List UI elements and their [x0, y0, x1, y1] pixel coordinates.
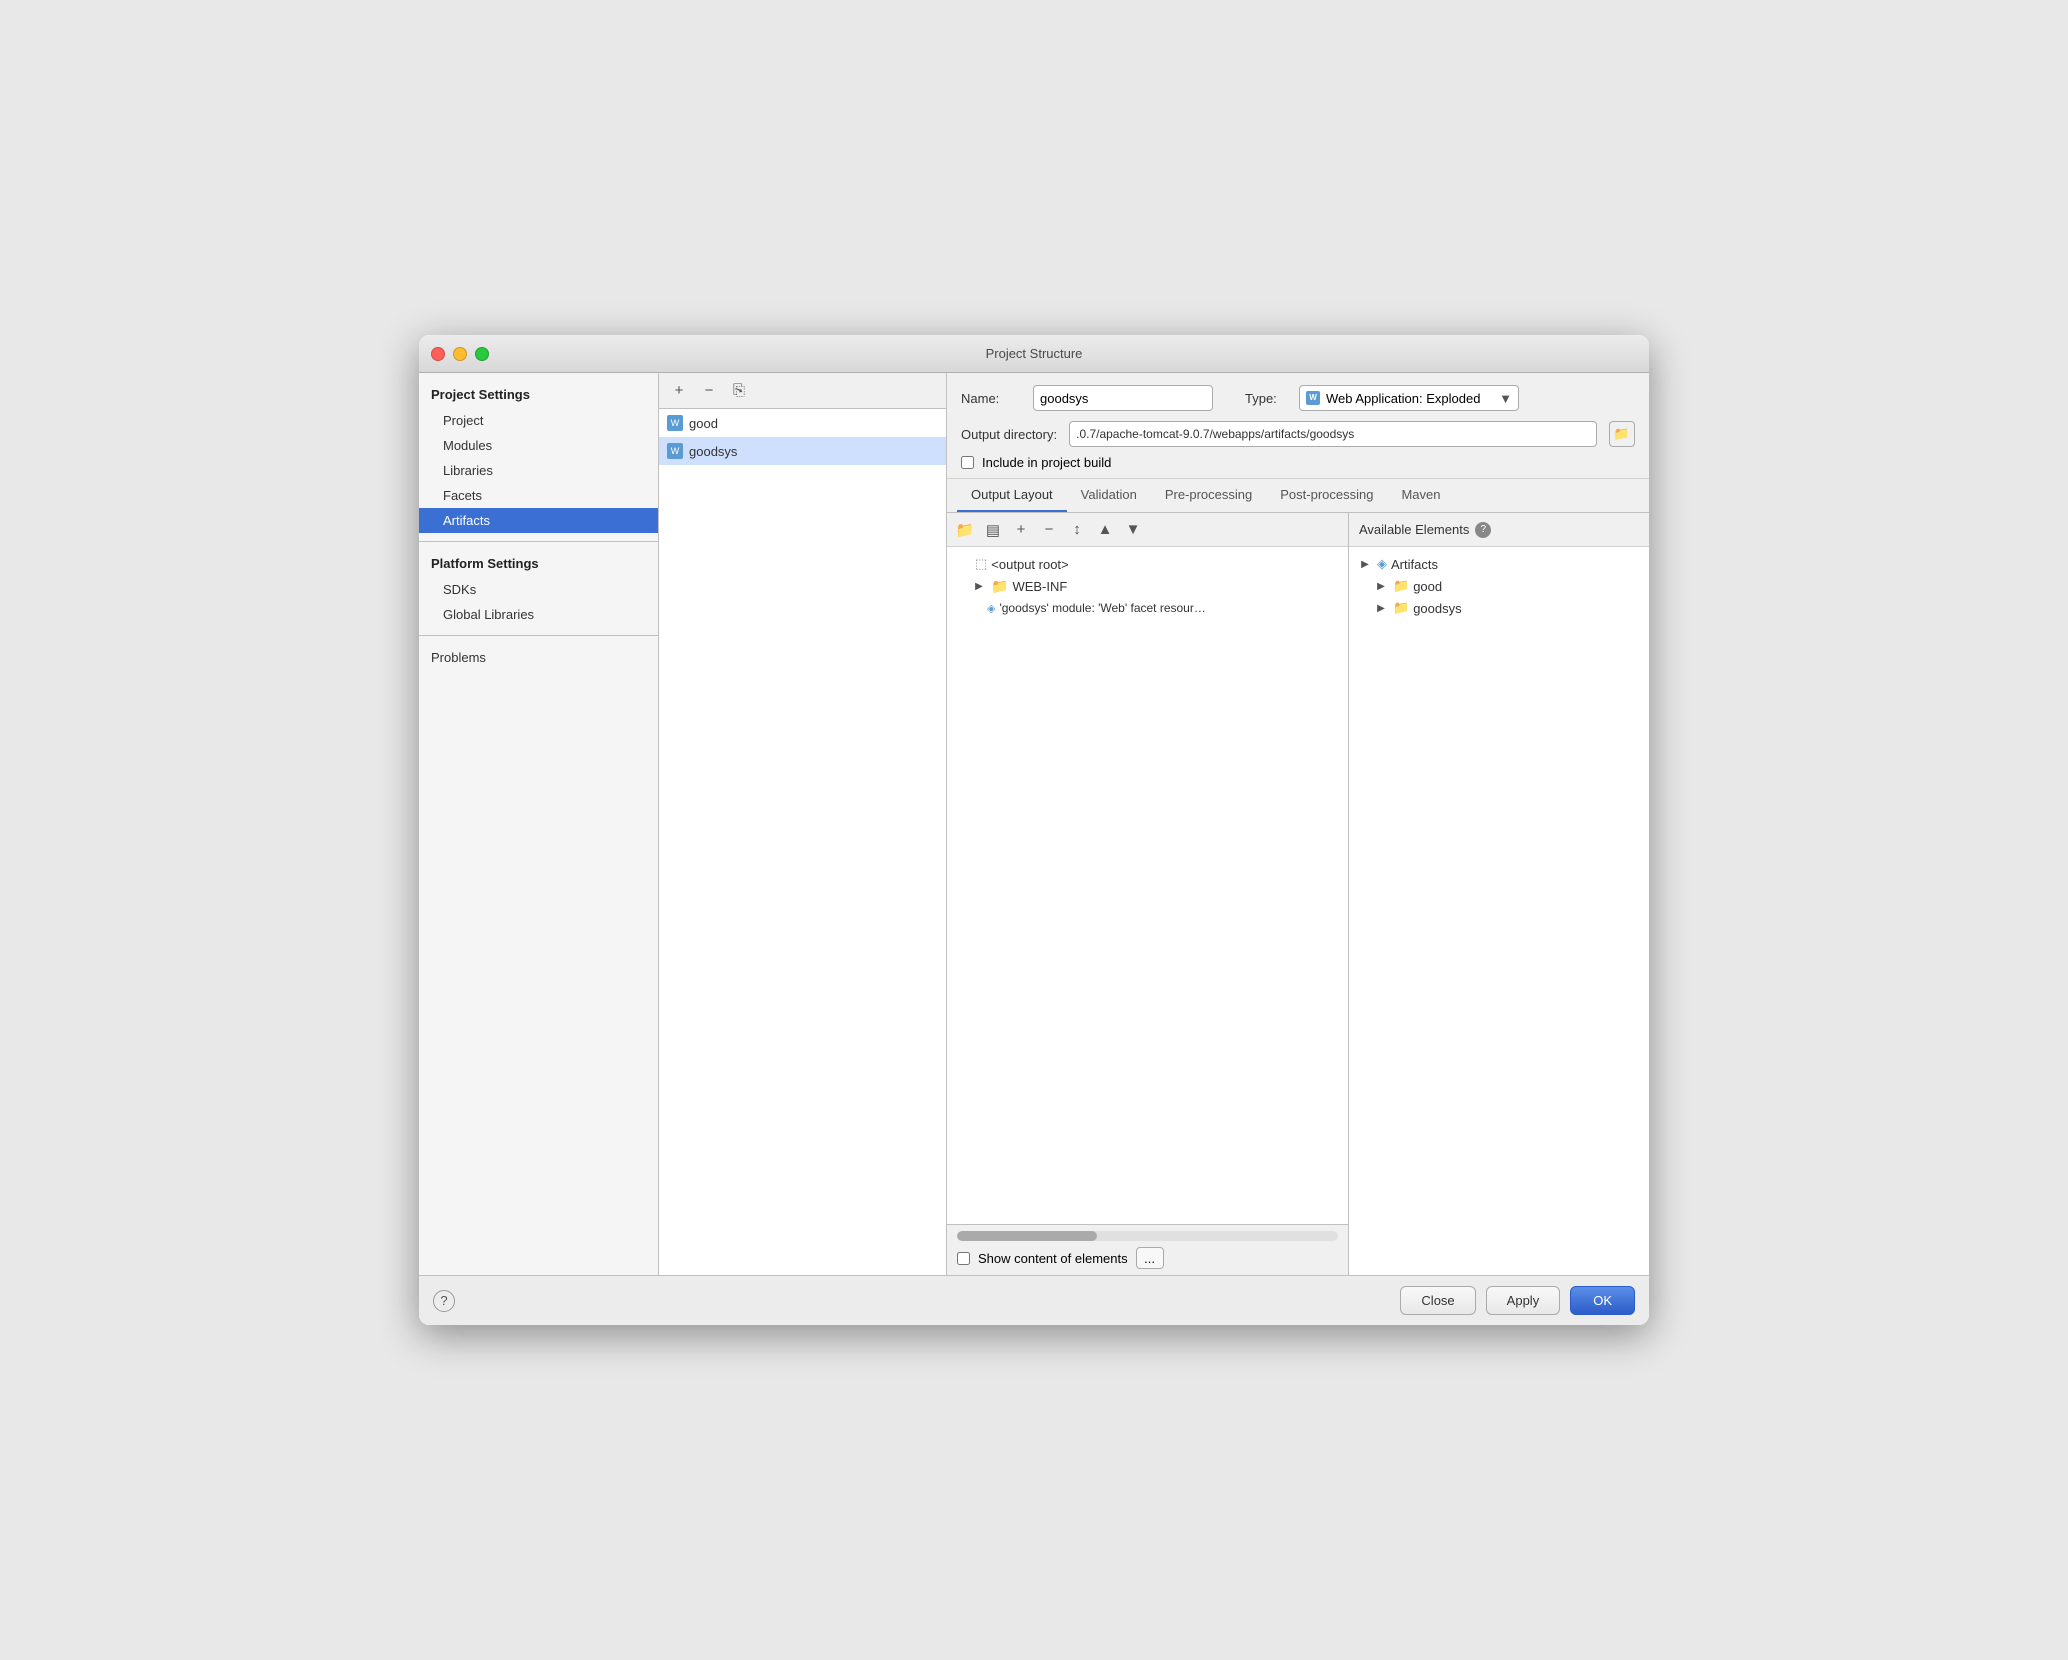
tree-item-webinf[interactable]: ▶ 📁 WEB-INF	[947, 575, 1348, 598]
project-settings-header: Project Settings	[419, 381, 658, 408]
include-in-build-checkbox[interactable]	[961, 456, 974, 469]
apply-button[interactable]: Apply	[1486, 1286, 1561, 1315]
include-in-build-label: Include in project build	[982, 455, 1111, 470]
avail-item-good[interactable]: ▶ 📁 good	[1349, 575, 1649, 597]
goodsys-arrow: ▶	[1373, 600, 1389, 616]
output-root-arrow	[955, 556, 971, 572]
avail-item-artifacts[interactable]: ▶ ◈ Artifacts	[1349, 553, 1649, 575]
bottom-buttons: Close Apply OK	[1400, 1286, 1635, 1315]
tree-toolbar: 📁 ▤ + − ↕ ▲ ▼	[947, 513, 1348, 547]
tab-pre-processing[interactable]: Pre-processing	[1151, 479, 1266, 512]
tree-toolbar-btn-remove[interactable]: −	[1037, 518, 1061, 542]
name-input[interactable]	[1033, 385, 1213, 411]
artifact-list-panel: + − ⎘ W good W goodsys	[659, 373, 947, 1275]
artifact-item-goodsys[interactable]: W goodsys	[659, 437, 946, 465]
copy-artifact-button[interactable]: ⎘	[727, 379, 751, 403]
scrollbar-track[interactable]	[957, 1231, 1338, 1241]
tree-toolbar-btn-sort[interactable]: ↕	[1065, 518, 1089, 542]
artifact-header: Name: Type: W Web Application: Exploded …	[947, 373, 1649, 479]
output-row: Output directory: 📁	[961, 421, 1635, 447]
tree-panel: 📁 ▤ + − ↕ ▲ ▼ ⬚ <output root>	[947, 513, 1349, 1275]
avail-item-goodsys[interactable]: ▶ 📁 goodsys	[1349, 597, 1649, 619]
tree-item-output-root[interactable]: ⬚ <output root>	[947, 553, 1348, 575]
artifacts-arrow: ▶	[1357, 556, 1373, 572]
ellipsis-button[interactable]: ...	[1136, 1247, 1164, 1269]
tree-toolbar-btn-1[interactable]: 📁	[953, 518, 977, 542]
type-select-arrow-icon: ▼	[1499, 391, 1512, 406]
sidebar-item-global-libraries[interactable]: Global Libraries	[419, 602, 658, 627]
ok-button[interactable]: OK	[1570, 1286, 1635, 1315]
webinf-folder-icon: 📁	[991, 578, 1008, 595]
artifact-icon-goodsys: W	[667, 443, 683, 459]
sidebar-item-libraries[interactable]: Libraries	[419, 458, 658, 483]
name-type-row: Name: Type: W Web Application: Exploded …	[961, 385, 1635, 411]
available-content: ▶ ◈ Artifacts ▶ 📁 good ▶	[1349, 547, 1649, 1275]
maximize-traffic-light[interactable]	[475, 347, 489, 361]
module-icon: ◈	[987, 602, 995, 615]
sidebar-item-facets[interactable]: Facets	[419, 483, 658, 508]
available-panel: Available Elements ? ▶ ◈ Artifacts ▶	[1349, 513, 1649, 1275]
help-button[interactable]: ?	[433, 1290, 455, 1312]
artifact-toolbar: + − ⎘	[659, 373, 946, 409]
tree-content: ⬚ <output root> ▶ 📁 WEB-INF ◈ 'goodsy	[947, 547, 1348, 1224]
sidebar: Project Settings Project Modules Librari…	[419, 373, 659, 1275]
show-content-checkbox[interactable]	[957, 1252, 970, 1265]
output-label: Output directory:	[961, 427, 1057, 442]
artifacts-icon: ◈	[1377, 556, 1387, 572]
tab-validation[interactable]: Validation	[1067, 479, 1151, 512]
tab-output-layout[interactable]: Output Layout	[957, 479, 1067, 512]
artifact-item-good[interactable]: W good	[659, 409, 946, 437]
right-panel: Name: Type: W Web Application: Exploded …	[947, 373, 1649, 1275]
show-content-row: Show content of elements ...	[957, 1247, 1338, 1269]
sidebar-item-artifacts[interactable]: Artifacts	[419, 508, 658, 533]
close-button[interactable]: Close	[1400, 1286, 1475, 1315]
artifact-items: W good W goodsys	[659, 409, 946, 1275]
sidebar-divider	[419, 541, 658, 542]
tree-toolbar-btn-down[interactable]: ▼	[1121, 518, 1145, 542]
sidebar-item-project[interactable]: Project	[419, 408, 658, 433]
type-label: Type:	[1245, 391, 1287, 406]
output-layout: 📁 ▤ + − ↕ ▲ ▼ ⬚ <output root>	[947, 513, 1649, 1275]
scrollbar-thumb	[957, 1231, 1097, 1241]
add-artifact-button[interactable]: +	[667, 379, 691, 403]
help-icon[interactable]: ?	[1475, 522, 1491, 538]
webinf-arrow: ▶	[971, 579, 987, 595]
main-window: Project Structure Project Settings Proje…	[419, 335, 1649, 1325]
good-arrow: ▶	[1373, 578, 1389, 594]
good-folder-icon: 📁	[1393, 578, 1409, 594]
artifact-icon-good: W	[667, 415, 683, 431]
tree-item-module[interactable]: ◈ 'goodsys' module: 'Web' facet resour…	[947, 598, 1348, 618]
traffic-lights	[431, 347, 489, 361]
tabs-bar: Output Layout Validation Pre-processing …	[947, 479, 1649, 513]
output-root-icon: ⬚	[975, 556, 987, 572]
type-web-icon: W	[1306, 391, 1320, 405]
name-label: Name:	[961, 391, 1021, 406]
tree-toolbar-btn-add[interactable]: +	[1009, 518, 1033, 542]
tree-toolbar-btn-up[interactable]: ▲	[1093, 518, 1117, 542]
platform-settings-header: Platform Settings	[419, 550, 658, 577]
goodsys-folder-icon: 📁	[1393, 600, 1409, 616]
titlebar: Project Structure	[419, 335, 1649, 373]
close-traffic-light[interactable]	[431, 347, 445, 361]
main-content: Project Settings Project Modules Librari…	[419, 373, 1649, 1275]
tab-maven[interactable]: Maven	[1387, 479, 1454, 512]
sidebar-item-sdks[interactable]: SDKs	[419, 577, 658, 602]
output-directory-input[interactable]	[1069, 421, 1597, 447]
sidebar-item-problems[interactable]: Problems	[419, 644, 658, 671]
tree-bottom-bar: Show content of elements ...	[947, 1224, 1348, 1275]
minimize-traffic-light[interactable]	[453, 347, 467, 361]
sidebar-divider-2	[419, 635, 658, 636]
window-bottom: ? Close Apply OK	[419, 1275, 1649, 1325]
show-content-label: Show content of elements	[978, 1251, 1128, 1266]
include-in-build-row: Include in project build	[961, 455, 1635, 470]
remove-artifact-button[interactable]: −	[697, 379, 721, 403]
browse-output-button[interactable]: 📁	[1609, 421, 1635, 447]
tab-post-processing[interactable]: Post-processing	[1266, 479, 1387, 512]
sidebar-item-modules[interactable]: Modules	[419, 433, 658, 458]
type-select[interactable]: W Web Application: Exploded ▼	[1299, 385, 1519, 411]
tree-toolbar-btn-2[interactable]: ▤	[981, 518, 1005, 542]
window-title: Project Structure	[986, 346, 1083, 361]
available-elements-header: Available Elements ?	[1349, 513, 1649, 547]
